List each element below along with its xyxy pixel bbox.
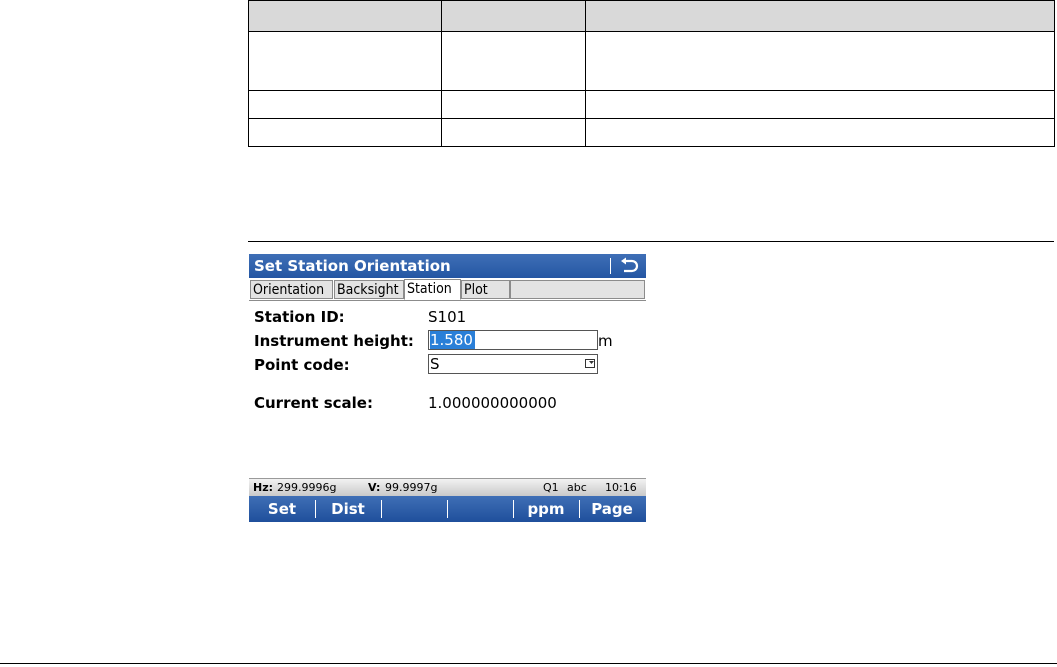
set-softkey[interactable]: Set xyxy=(249,496,315,522)
tab-orientation[interactable]: Orientation xyxy=(250,280,333,299)
instrument-height-label: Instrument height: xyxy=(254,332,414,350)
v-value: 99.9997g xyxy=(385,481,438,494)
tab-station[interactable]: Station xyxy=(404,279,461,300)
softkey-bar: Set Dist ppm Page xyxy=(249,496,646,522)
point-code-value: S xyxy=(430,355,440,373)
table-header-row xyxy=(248,0,1055,32)
empty-softkey-3[interactable] xyxy=(381,496,447,522)
document-table xyxy=(248,0,1055,147)
input-mode-indicator: abc xyxy=(567,481,587,494)
current-scale-label: Current scale: xyxy=(254,394,373,412)
hz-value: 299.9996g xyxy=(277,481,337,494)
tab-strip: Orientation Backsight Station Plot xyxy=(249,279,646,301)
title-separator xyxy=(610,258,611,274)
tab-strip-filler xyxy=(510,280,645,299)
point-code-label: Point code: xyxy=(254,356,350,374)
page-softkey[interactable]: Page xyxy=(579,496,645,522)
empty-softkey-4[interactable] xyxy=(447,496,513,522)
table-row xyxy=(248,31,1055,91)
dropdown-icon xyxy=(585,359,595,368)
title-bar: Set Station Orientation xyxy=(249,254,646,278)
tab-plot[interactable]: Plot xyxy=(461,280,510,299)
section-divider xyxy=(248,241,1054,242)
dist-softkey[interactable]: Dist xyxy=(315,496,381,522)
quality-indicator: Q1 xyxy=(543,481,559,494)
instrument-height-value: 1.580 xyxy=(430,331,475,349)
hz-label: Hz: xyxy=(253,481,274,494)
point-code-dropdown[interactable]: S xyxy=(428,354,598,374)
instrument-height-input[interactable]: 1.580 xyxy=(428,330,598,350)
ppm-softkey[interactable]: ppm xyxy=(513,496,579,522)
status-bar: Hz: 299.9996g V: 99.9997g Q1 abc 10:16 xyxy=(249,478,646,496)
device-screen: Set Station Orientation Orientation Back… xyxy=(249,254,646,522)
footer-rule xyxy=(0,663,1057,664)
screen-title: Set Station Orientation xyxy=(254,257,451,275)
station-id-label: Station ID: xyxy=(254,308,345,326)
clock: 10:16 xyxy=(605,481,637,494)
v-label: V: xyxy=(368,481,381,494)
back-arrow-icon[interactable] xyxy=(618,256,640,276)
station-id-value: S101 xyxy=(428,308,467,326)
current-scale-value: 1.000000000000 xyxy=(428,394,557,412)
table-row xyxy=(248,90,1055,119)
instrument-height-unit: m xyxy=(598,332,613,350)
table-row xyxy=(248,118,1055,147)
tab-backsight[interactable]: Backsight xyxy=(334,280,404,299)
